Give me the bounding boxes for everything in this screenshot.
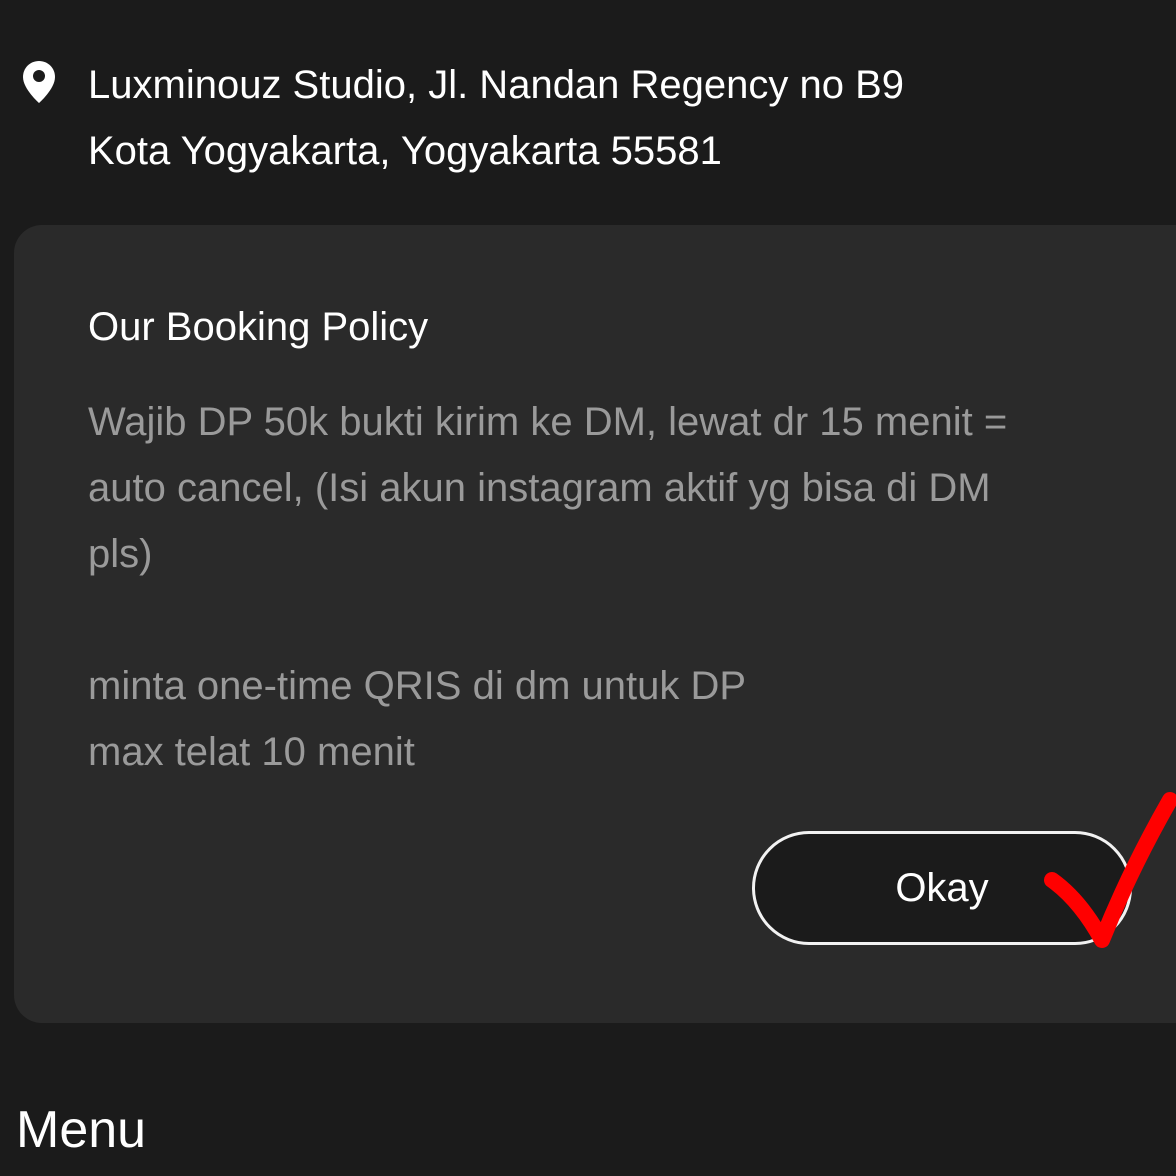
okay-button[interactable]: Okay	[752, 831, 1132, 945]
policy-line: max telat 10 menit	[88, 730, 415, 774]
policy-body: Wajib DP 50k bukti kirim ke DM, lewat dr…	[88, 389, 1098, 785]
policy-line: minta one-time QRIS di dm untuk DP	[88, 664, 747, 708]
policy-line: auto cancel, (Isi akun instagram aktif y…	[88, 466, 991, 510]
address-line-2: Kota Yogyakarta, Yogyakarta 55581	[88, 129, 722, 173]
booking-policy-card: Our Booking Policy Wajib DP 50k bukti ki…	[14, 225, 1176, 1023]
map-pin-icon	[22, 60, 56, 104]
menu-heading: Menu	[16, 1101, 147, 1159]
address-line-1: Luxminouz Studio, Jl. Nandan Regency no …	[88, 63, 905, 107]
policy-title: Our Booking Policy	[88, 305, 429, 349]
policy-line: Wajib DP 50k bukti kirim ke DM, lewat dr…	[88, 400, 1008, 444]
booking-page: Luxminouz Studio, Jl. Nandan Regency no …	[0, 0, 1176, 1176]
policy-line: pls)	[88, 532, 153, 576]
policy-spacer	[88, 587, 1098, 653]
studio-address: Luxminouz Studio, Jl. Nandan Regency no …	[88, 52, 904, 184]
